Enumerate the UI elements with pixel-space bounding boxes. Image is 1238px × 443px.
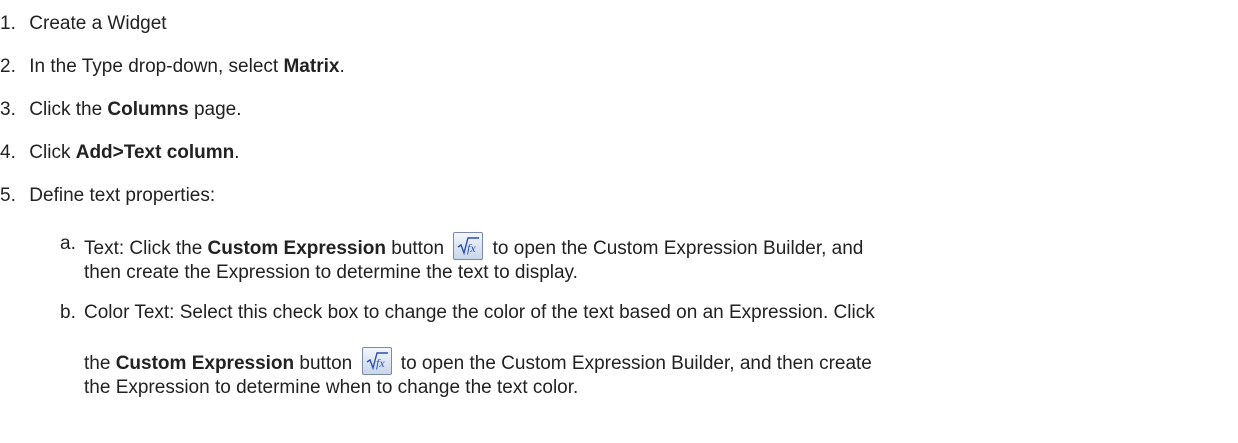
substep-text-end: to open the Custom Expression Builder, a… — [395, 353, 872, 374]
substep-text-line2: then create the Expression to determine … — [84, 262, 578, 283]
substep-text-line1: Color Text: Select this check box to cha… — [84, 302, 875, 323]
substep-emphasis: Custom Expression — [207, 238, 386, 259]
custom-expression-button-icon: fx — [453, 232, 484, 260]
substep-letter: a. — [60, 233, 76, 254]
substep-text: Color Text: Select this check box to cha… — [84, 301, 1230, 400]
instruction-document: 1. Create a Widget 2. In the Type drop-d… — [0, 0, 1238, 443]
step-text-end: page. — [188, 99, 242, 120]
sqrt-fx-icon: fx — [366, 352, 388, 371]
substep-text-mid: button — [294, 353, 353, 374]
step-number: 3. — [0, 99, 16, 120]
step-emphasis: Add>Text column — [75, 142, 235, 163]
substep-letter: b. — [60, 302, 76, 323]
step-5: 5. Define text properties: — [0, 184, 215, 208]
svg-text:fx: fx — [467, 241, 476, 255]
substep-a: a. Text: Click the Custom Expression but… — [60, 232, 1230, 285]
substep-b: b. Color Text: Select this check box to … — [60, 301, 1230, 400]
substep-text-start: the — [84, 353, 116, 374]
substep-emphasis: Custom Expression — [115, 353, 295, 374]
step-emphasis: Columns — [107, 99, 189, 120]
step-text: Click — [29, 142, 76, 163]
step-number: 5. — [0, 185, 16, 206]
step-text: Create a Widget — [29, 13, 167, 34]
svg-text:fx: fx — [376, 356, 385, 370]
step-4: 4. Click Add>Text column. — [0, 141, 240, 165]
substep-text-start: Text: Click the — [84, 238, 208, 259]
step-text-end: . — [339, 56, 345, 77]
step-text-end: . — [234, 142, 240, 163]
custom-expression-button-icon: fx — [361, 347, 392, 375]
step-text: Define text properties: — [29, 185, 216, 206]
step-emphasis: Matrix — [283, 56, 340, 77]
step-number: 4. — [0, 142, 16, 163]
step-number: 2. — [0, 56, 16, 77]
sqrt-fx-icon: fx — [457, 237, 480, 256]
step-text: Click the — [29, 99, 108, 120]
substep-text-line3: the Expression to determine when to chan… — [84, 377, 579, 398]
substep-text-end: to open the Custom Expression Builder, a… — [487, 238, 864, 259]
step-1: 1. Create a Widget — [0, 12, 167, 36]
step-3: 3. Click the Columns page. — [0, 98, 242, 122]
substep-text: Text: Click the Custom Expression button… — [84, 232, 1230, 285]
step-text: In the Type drop-down, select — [29, 56, 284, 77]
substep-text-mid: button — [385, 238, 445, 259]
step-number: 1. — [0, 13, 16, 34]
step-2: 2. In the Type drop-down, select Matrix. — [0, 55, 345, 79]
